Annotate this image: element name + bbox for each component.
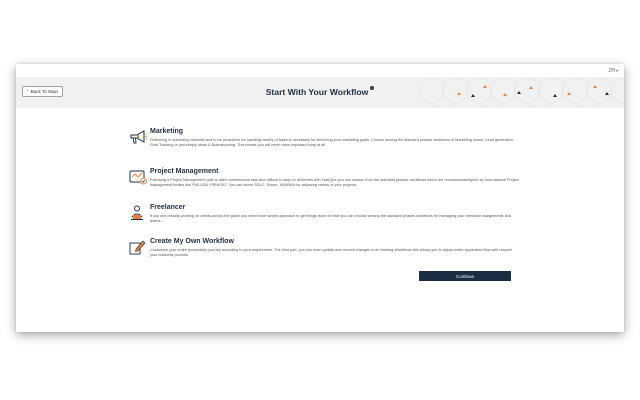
option-name: Project Management <box>150 168 219 175</box>
option-description: If you are virtually working on clients … <box>150 214 511 224</box>
option-name: Create My Own Workflow <box>150 238 234 245</box>
freelancer-icon <box>131 205 143 220</box>
option-name: Freelancer <box>150 204 186 211</box>
option-name: Marketing <box>150 128 184 135</box>
workflow-option-marketing[interactable]: Marketing Delivering in marketing channe… <box>128 128 514 154</box>
continue-button[interactable]: Continue <box>419 271 511 281</box>
info-icon[interactable]: i <box>370 86 375 90</box>
page-title: Start With Your Workflow i <box>16 86 624 97</box>
language-selector[interactable]: ZH▾ <box>608 68 618 74</box>
option-description: Customize your entire productivity journ… <box>150 248 512 258</box>
chevron-down-icon: ▾ <box>615 68 618 73</box>
option-description: Delivering in marketing channels and to … <box>150 138 514 148</box>
page-header: ‹ Back To Main Start With Your Workflow i <box>16 77 624 108</box>
option-description: Following a Project Management path is o… <box>150 178 519 188</box>
project-board-icon <box>129 170 147 185</box>
pencil-icon <box>129 240 146 255</box>
workflow-option-create-own[interactable]: Create My Own Workflow Customize your en… <box>128 238 514 264</box>
workflow-option-project-management[interactable]: Project Management Following a Project M… <box>128 168 519 194</box>
workflow-card: ZH▾ ‹ Back To Main Start With Your Workf… <box>16 64 624 332</box>
language-code: ZH <box>608 68 615 74</box>
page-title-text: Start With Your Workflow <box>265 87 369 97</box>
workflow-option-freelancer[interactable]: Freelancer If you are virtually working … <box>128 204 514 230</box>
megaphone-icon <box>130 130 148 144</box>
